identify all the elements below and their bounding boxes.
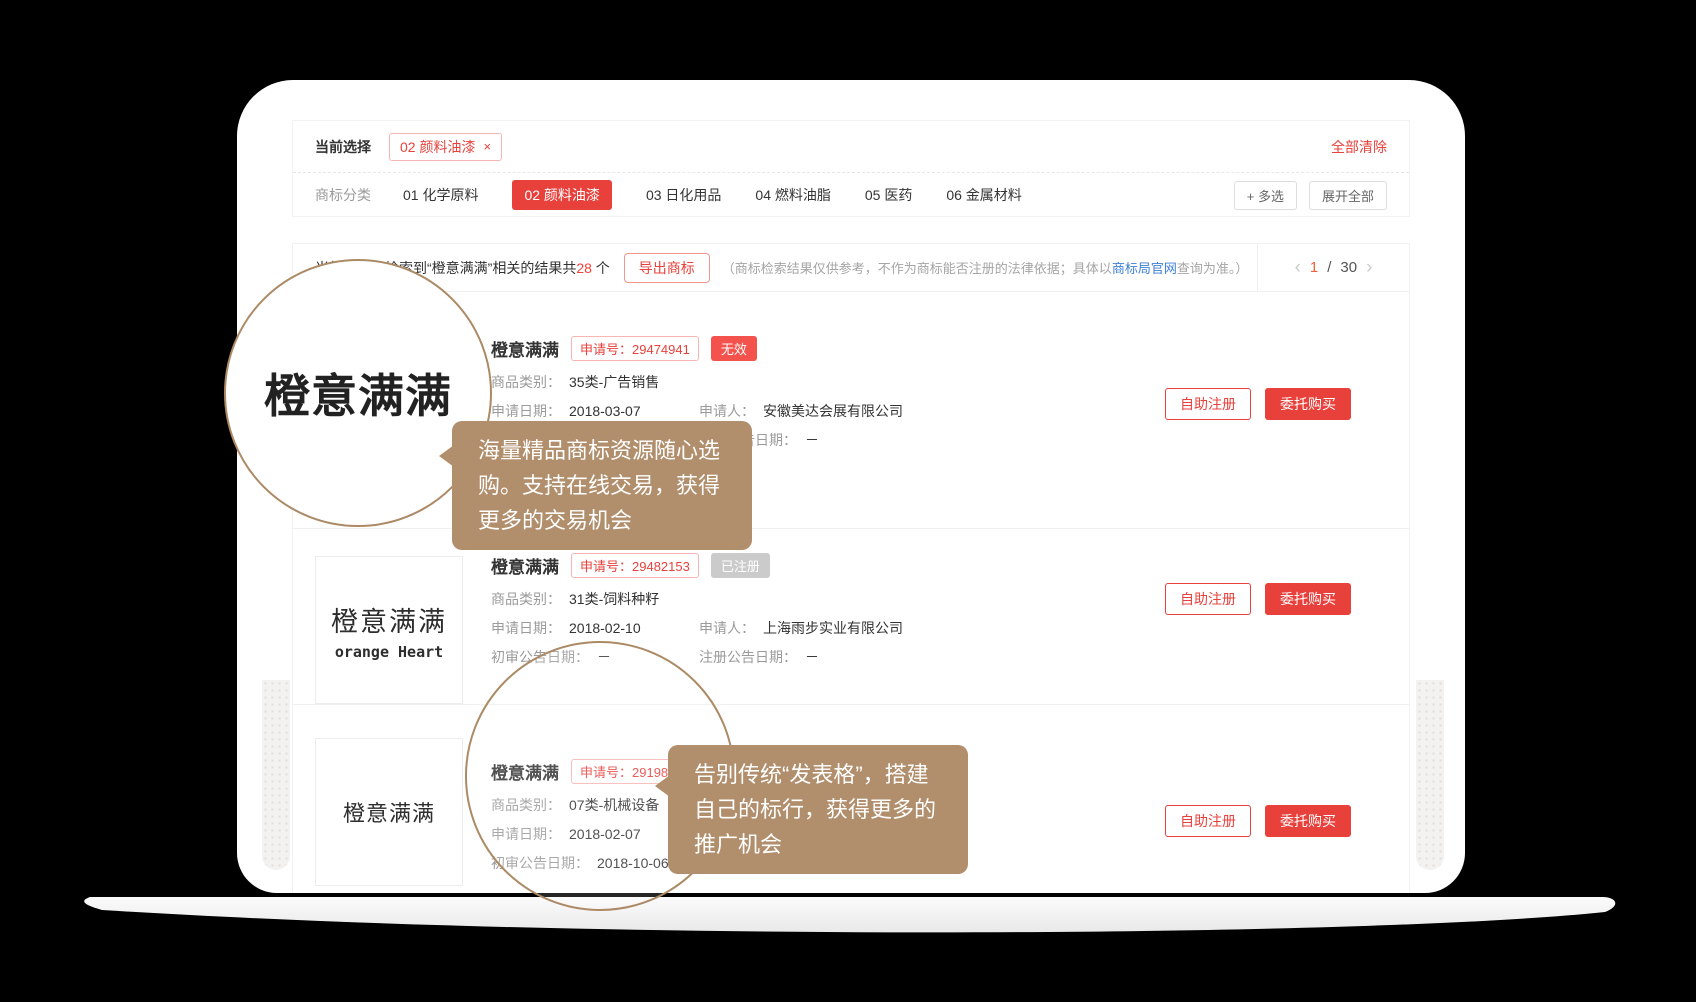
category-bar-label: 商标分类	[315, 185, 371, 205]
trademark-name: 橙意满满	[491, 336, 559, 361]
expand-all-button[interactable]: 展开全部	[1309, 181, 1387, 210]
application-number-label: 申请号：	[580, 342, 632, 357]
magnified-trademark-text: 橙意满满	[264, 360, 452, 426]
current-page: 1	[1310, 259, 1318, 276]
apply-date-value: 2018-02-10	[569, 620, 641, 636]
status-badge-invalid: 无效	[711, 336, 757, 361]
trademark-name: 橙意满满	[491, 553, 559, 578]
current-selection-bar: 当前选择 02 颜料油漆 × 全部清除	[293, 121, 1409, 173]
trademark-thumbnail-2[interactable]: 橙意满满 orange Heart	[315, 556, 463, 704]
selected-filter-tag[interactable]: 02 颜料油漆 ×	[389, 133, 502, 161]
category-item-03[interactable]: 03 日化用品	[646, 185, 721, 205]
entrust-buy-button[interactable]: 委托购买	[1265, 388, 1351, 420]
application-number-tag: 申请号：29474941	[571, 336, 699, 361]
applicant-label: 申请人：	[699, 620, 755, 636]
results-summary-suffix: 个	[592, 260, 610, 276]
total-pages: 30	[1340, 259, 1357, 276]
prev-page-icon[interactable]: ‹	[1295, 257, 1301, 279]
current-selection-label: 当前选择	[315, 137, 371, 157]
thumbnail-mark-text: 橙意满满	[331, 600, 447, 639]
tooltip-promotion: 告别传统“发表格”，搭建自己的标行，获得更多的推广机会	[668, 745, 968, 874]
application-number-tag: 申请号：29482153	[571, 553, 699, 578]
tooltip-marketplace: 海量精品商标资源随心选购。支持在线交易，获得更多的交易机会	[452, 421, 752, 550]
category-bar: 商标分类 01 化学原料 02 颜料油漆 03 日化用品 04 燃料油脂 05 …	[293, 173, 1409, 217]
selected-filter-tag-text: 02 颜料油漆	[400, 137, 475, 157]
application-number-value: 29474941	[632, 342, 690, 357]
category-item-04[interactable]: 04 燃料油脂	[755, 185, 830, 205]
results-header: 当前分类下检索到“橙意满满”相关的结果共28 个 导出商标 （商标检索结果仅供参…	[293, 244, 1409, 292]
reg-notice-value: －	[805, 432, 819, 448]
applicant-value: 安徽美达会展有限公司	[763, 403, 903, 419]
laptop-base	[74, 893, 1622, 945]
remove-tag-icon[interactable]: ×	[483, 139, 491, 154]
filter-card: 当前选择 02 颜料油漆 × 全部清除 商标分类 01 化学原料 02 颜料油漆…	[292, 120, 1410, 217]
category-field-label: 商品类别：	[491, 591, 561, 607]
multi-select-button[interactable]: + 多选	[1234, 181, 1297, 210]
left-dot-decoration	[262, 680, 290, 870]
applicant-value: 上海雨步实业有限公司	[763, 620, 903, 636]
self-register-button[interactable]: 自助注册	[1165, 805, 1251, 837]
category-field-label: 商品类别：	[491, 374, 561, 390]
trademark-thumbnail-3[interactable]: 橙意满满	[315, 738, 463, 886]
disclaimer-text-post: 查询为准。）	[1177, 261, 1249, 276]
category-field-value: 35类-广告销售	[569, 374, 659, 390]
clear-all-button[interactable]: 全部清除	[1331, 137, 1387, 157]
trademark-office-link[interactable]: 商标局官网	[1112, 261, 1177, 276]
thumbnail-mark-text: 橙意满满	[343, 796, 435, 828]
category-field-value: 31类-饲料种籽	[569, 591, 659, 607]
apply-date-label: 申请日期：	[491, 620, 561, 636]
status-badge-registered: 已注册	[711, 553, 770, 578]
application-number-label: 申请号：	[580, 559, 632, 574]
self-register-button[interactable]: 自助注册	[1165, 583, 1251, 615]
application-number-value: 29482153	[632, 559, 690, 574]
reg-notice-value: －	[805, 649, 819, 665]
self-register-button[interactable]: 自助注册	[1165, 388, 1251, 420]
category-item-06[interactable]: 06 金属材料	[946, 185, 1021, 205]
disclaimer-text-pre: （商标检索结果仅供参考，不作为商标能否注册的法律依据；具体以	[722, 261, 1112, 276]
results-disclaimer: （商标检索结果仅供参考，不作为商标能否注册的法律依据；具体以商标局官网查询为准。…	[722, 258, 1249, 277]
pagination: ‹ 1 / 30 ›	[1257, 244, 1409, 291]
category-item-05[interactable]: 05 医药	[865, 185, 912, 205]
next-page-icon[interactable]: ›	[1366, 257, 1372, 279]
entrust-buy-button[interactable]: 委托购买	[1265, 583, 1351, 615]
page-separator: /	[1327, 259, 1331, 276]
category-item-02-selected[interactable]: 02 颜料油漆	[512, 180, 611, 210]
right-dot-decoration	[1416, 680, 1444, 870]
results-count: 28	[576, 260, 592, 276]
export-trademarks-button[interactable]: 导出商标	[624, 253, 710, 283]
apply-date-label: 申请日期：	[491, 403, 561, 419]
applicant-label: 申请人：	[699, 403, 755, 419]
apply-date-value: 2018-03-07	[569, 403, 641, 419]
thumbnail-mark-subtext: orange Heart	[335, 643, 443, 661]
result-row-2: 橙意满满 orange Heart 橙意满满 申请号：29482153 已注册 …	[293, 529, 1409, 705]
entrust-buy-button[interactable]: 委托购买	[1265, 805, 1351, 837]
category-item-01[interactable]: 01 化学原料	[403, 185, 478, 205]
reg-notice-label: 注册公告日期：	[699, 649, 797, 665]
